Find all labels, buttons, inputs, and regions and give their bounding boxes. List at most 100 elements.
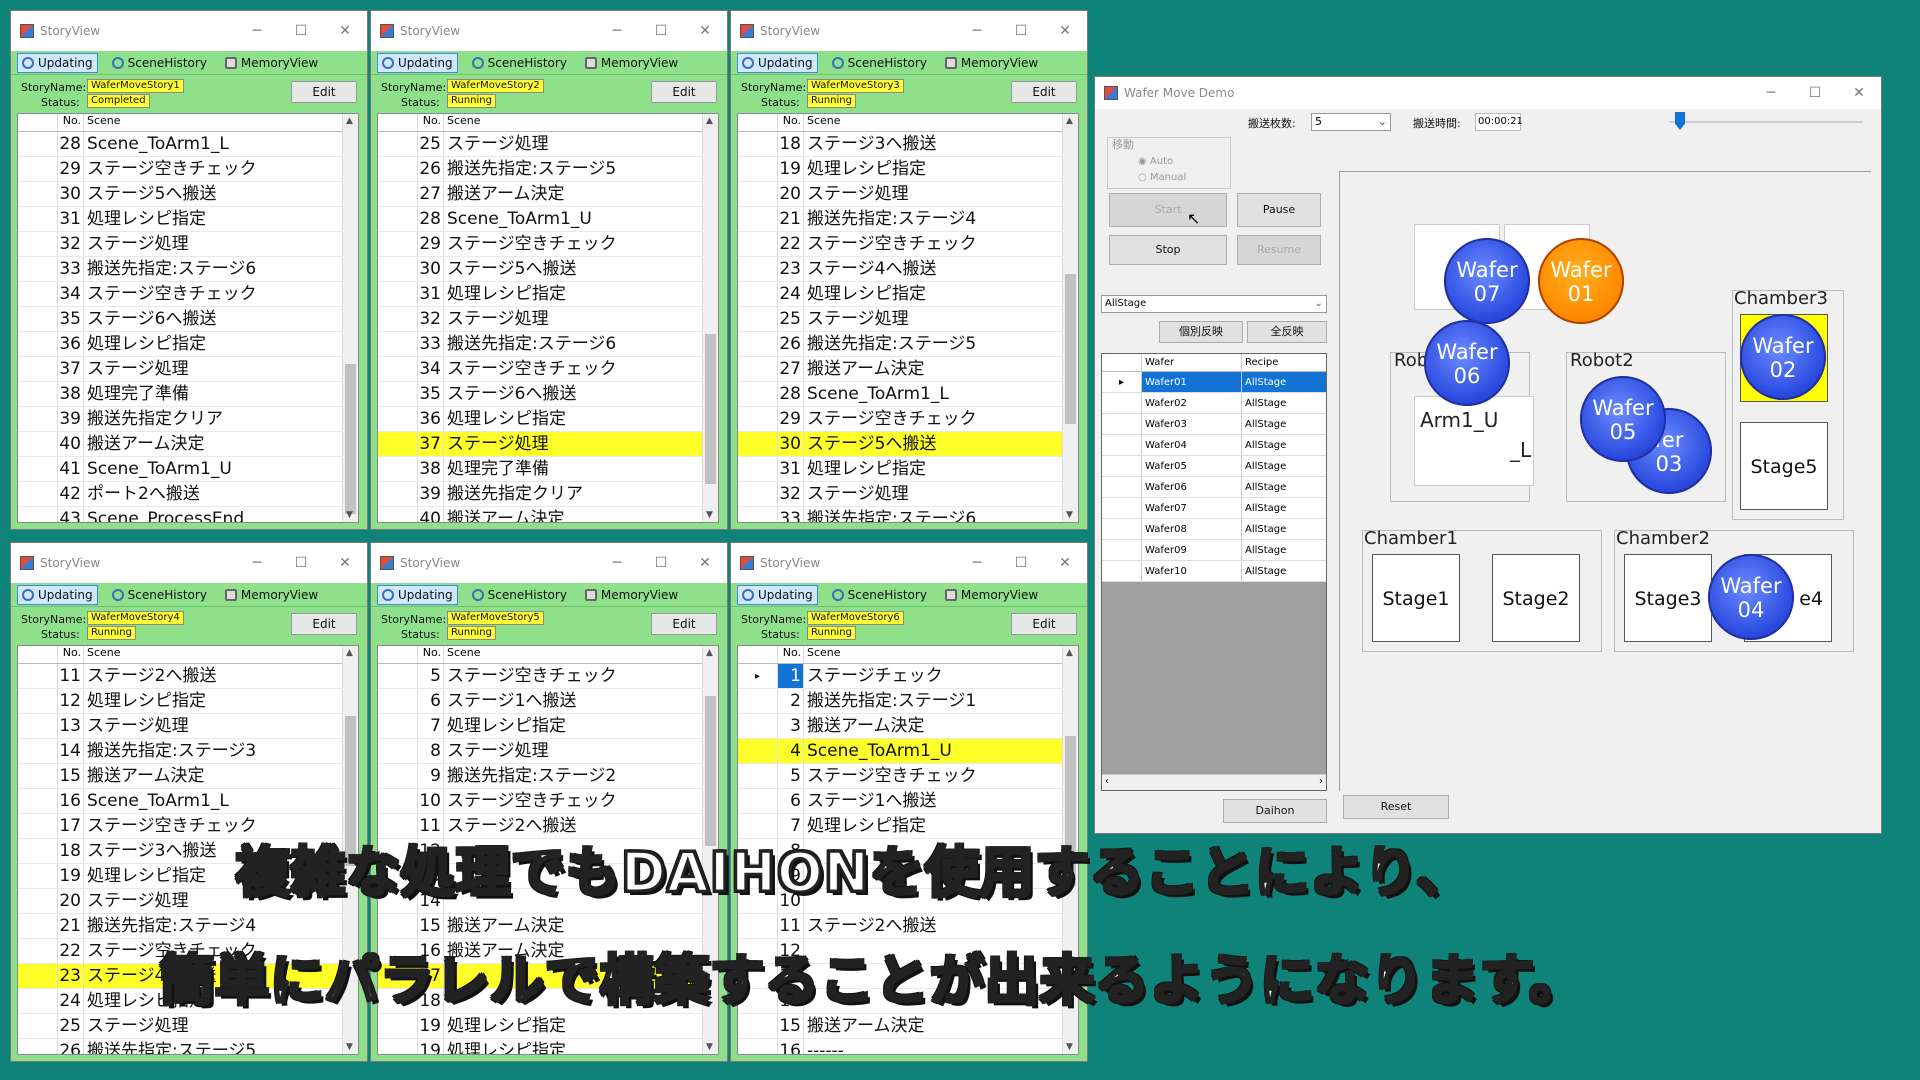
radio-manual[interactable]: ○ Manual [1138, 172, 1186, 183]
scene-row[interactable]: 25 ステージ処理 [378, 132, 718, 157]
tab-memoryview[interactable]: MemoryView [941, 53, 1042, 73]
close-icon[interactable]: ✕ [1837, 85, 1881, 101]
scroll-up-icon[interactable]: ▲ [346, 648, 353, 658]
scene-row[interactable]: 33 搬送先指定:ステージ6 [738, 507, 1078, 522]
scroll-down-icon[interactable]: ▼ [346, 510, 353, 520]
row-header[interactable] [378, 382, 418, 406]
wafer-grid-row[interactable]: Wafer05 AllStage [1102, 456, 1326, 477]
scene-row[interactable]: 14 搬送先指定:ステージ3 [18, 739, 358, 764]
row-header[interactable] [378, 282, 418, 306]
scene-row[interactable]: 31 処理レシピ指定 [378, 282, 718, 307]
scene-row[interactable]: 4 Scene_ToArm1_U [738, 739, 1078, 764]
row-header[interactable] [738, 207, 778, 231]
speed-slider-thumb[interactable] [1675, 112, 1685, 130]
wafer-04[interactable]: Wafer 04 [1708, 554, 1794, 640]
scene-row[interactable]: 6 ステージ1へ搬送 [738, 789, 1078, 814]
daihon-button[interactable]: Daihon [1223, 799, 1327, 823]
scene-row[interactable]: 28 Scene_ToArm1_U [378, 207, 718, 232]
title-bar[interactable]: StoryView ─ ☐ ✕ [11, 11, 367, 51]
scene-row[interactable]: 5 ステージ空きチェック [378, 664, 718, 689]
recipe-name[interactable]: AllStage [1242, 393, 1326, 413]
row-header[interactable] [1102, 519, 1142, 539]
close-icon[interactable]: ✕ [323, 23, 367, 39]
row-header[interactable] [378, 689, 418, 713]
row-header[interactable] [378, 664, 418, 688]
recipe-name[interactable]: AllStage [1242, 414, 1326, 434]
recipe-name[interactable]: AllStage [1242, 498, 1326, 518]
wafer-grid-row[interactable]: Wafer03 AllStage [1102, 414, 1326, 435]
row-header[interactable] [738, 307, 778, 331]
row-header[interactable] [18, 332, 58, 356]
row-header[interactable] [18, 764, 58, 788]
tab-updating[interactable]: Updating [17, 584, 98, 605]
row-header[interactable] [738, 257, 778, 281]
scene-row[interactable]: 22 ステージ空きチェック [738, 232, 1078, 257]
scene-row[interactable]: 15 搬送アーム決定 [738, 1014, 1078, 1039]
maximize-icon[interactable]: ☐ [999, 23, 1043, 39]
row-header[interactable] [18, 457, 58, 481]
row-header[interactable] [738, 332, 778, 356]
scene-row[interactable]: 36 処理レシピ指定 [378, 407, 718, 432]
pause-button[interactable]: Pause [1237, 193, 1321, 227]
tab-updating[interactable]: Updating [737, 584, 818, 605]
scene-row[interactable]: 30 ステージ5へ搬送 [738, 432, 1078, 457]
row-header[interactable] [378, 457, 418, 481]
maximize-icon[interactable]: ☐ [639, 23, 683, 39]
row-header[interactable] [378, 132, 418, 156]
row-header[interactable] [18, 914, 58, 938]
row-header[interactable] [738, 789, 778, 813]
scene-row[interactable]: 27 搬送アーム決定 [738, 357, 1078, 382]
edit-button[interactable]: Edit [651, 613, 717, 635]
wafer-grid-row[interactable]: Wafer08 AllStage [1102, 519, 1326, 540]
scroll-up-icon[interactable]: ▲ [1066, 648, 1073, 658]
row-header[interactable] [378, 232, 418, 256]
row-header[interactable] [18, 689, 58, 713]
minimize-icon[interactable]: ─ [1749, 85, 1793, 101]
row-header[interactable] [378, 182, 418, 206]
tab-scenehistory[interactable]: SceneHistory [828, 53, 931, 73]
count-select[interactable]: 5 ⌄ [1311, 113, 1391, 131]
start-button[interactable]: Start [1109, 193, 1227, 227]
row-header[interactable] [738, 507, 778, 522]
scene-row[interactable]: 18 ステージ3へ搬送 [738, 132, 1078, 157]
wafer-06[interactable]: Wafer 06 [1424, 320, 1510, 406]
row-header[interactable] [18, 407, 58, 431]
row-header[interactable] [1102, 540, 1142, 560]
row-header[interactable] [18, 664, 58, 688]
scroll-up-icon[interactable]: ▲ [346, 116, 353, 126]
maximize-icon[interactable]: ☐ [279, 23, 323, 39]
scene-row[interactable]: 40 搬送アーム決定 [18, 432, 358, 457]
row-header[interactable] [18, 864, 58, 888]
scroll-up-icon[interactable]: ▲ [706, 116, 713, 126]
row-header[interactable] [18, 964, 58, 988]
row-header[interactable] [378, 432, 418, 456]
row-header[interactable] [18, 182, 58, 206]
scene-row[interactable]: 29 ステージ空きチェック [378, 232, 718, 257]
row-header[interactable] [738, 457, 778, 481]
row-header[interactable] [738, 157, 778, 181]
apply-all-button[interactable]: 全反映 [1247, 321, 1327, 343]
row-header[interactable] [18, 714, 58, 738]
close-icon[interactable]: ✕ [683, 23, 727, 39]
scene-row[interactable]: 40 搬送アーム決定 [378, 507, 718, 522]
scene-row[interactable]: 13 ステージ処理 [18, 714, 358, 739]
scroll-down-icon[interactable]: ▼ [706, 510, 713, 520]
row-header[interactable] [738, 432, 778, 456]
scene-row[interactable]: 6 ステージ1へ搬送 [378, 689, 718, 714]
resume-button[interactable]: Resume [1237, 235, 1321, 265]
horizontal-scrollbar[interactable]: ‹ › [1102, 774, 1326, 790]
title-bar[interactable]: StoryView ─ ☐ ✕ [371, 543, 727, 583]
scene-row[interactable]: 15 搬送アーム決定 [18, 764, 358, 789]
row-header[interactable] [738, 232, 778, 256]
edit-button[interactable]: Edit [291, 613, 357, 635]
scene-row[interactable]: 39 搬送先指定クリア [378, 482, 718, 507]
row-header[interactable] [18, 132, 58, 156]
stop-button[interactable]: Stop [1109, 235, 1227, 265]
maximize-icon[interactable]: ☐ [999, 555, 1043, 571]
row-header[interactable] [378, 1014, 418, 1038]
row-header[interactable] [738, 739, 778, 763]
scene-row[interactable]: 35 ステージ6へ搬送 [378, 382, 718, 407]
close-icon[interactable]: ✕ [1043, 23, 1087, 39]
row-header[interactable] [1102, 414, 1142, 434]
minimize-icon[interactable]: ─ [595, 555, 639, 571]
